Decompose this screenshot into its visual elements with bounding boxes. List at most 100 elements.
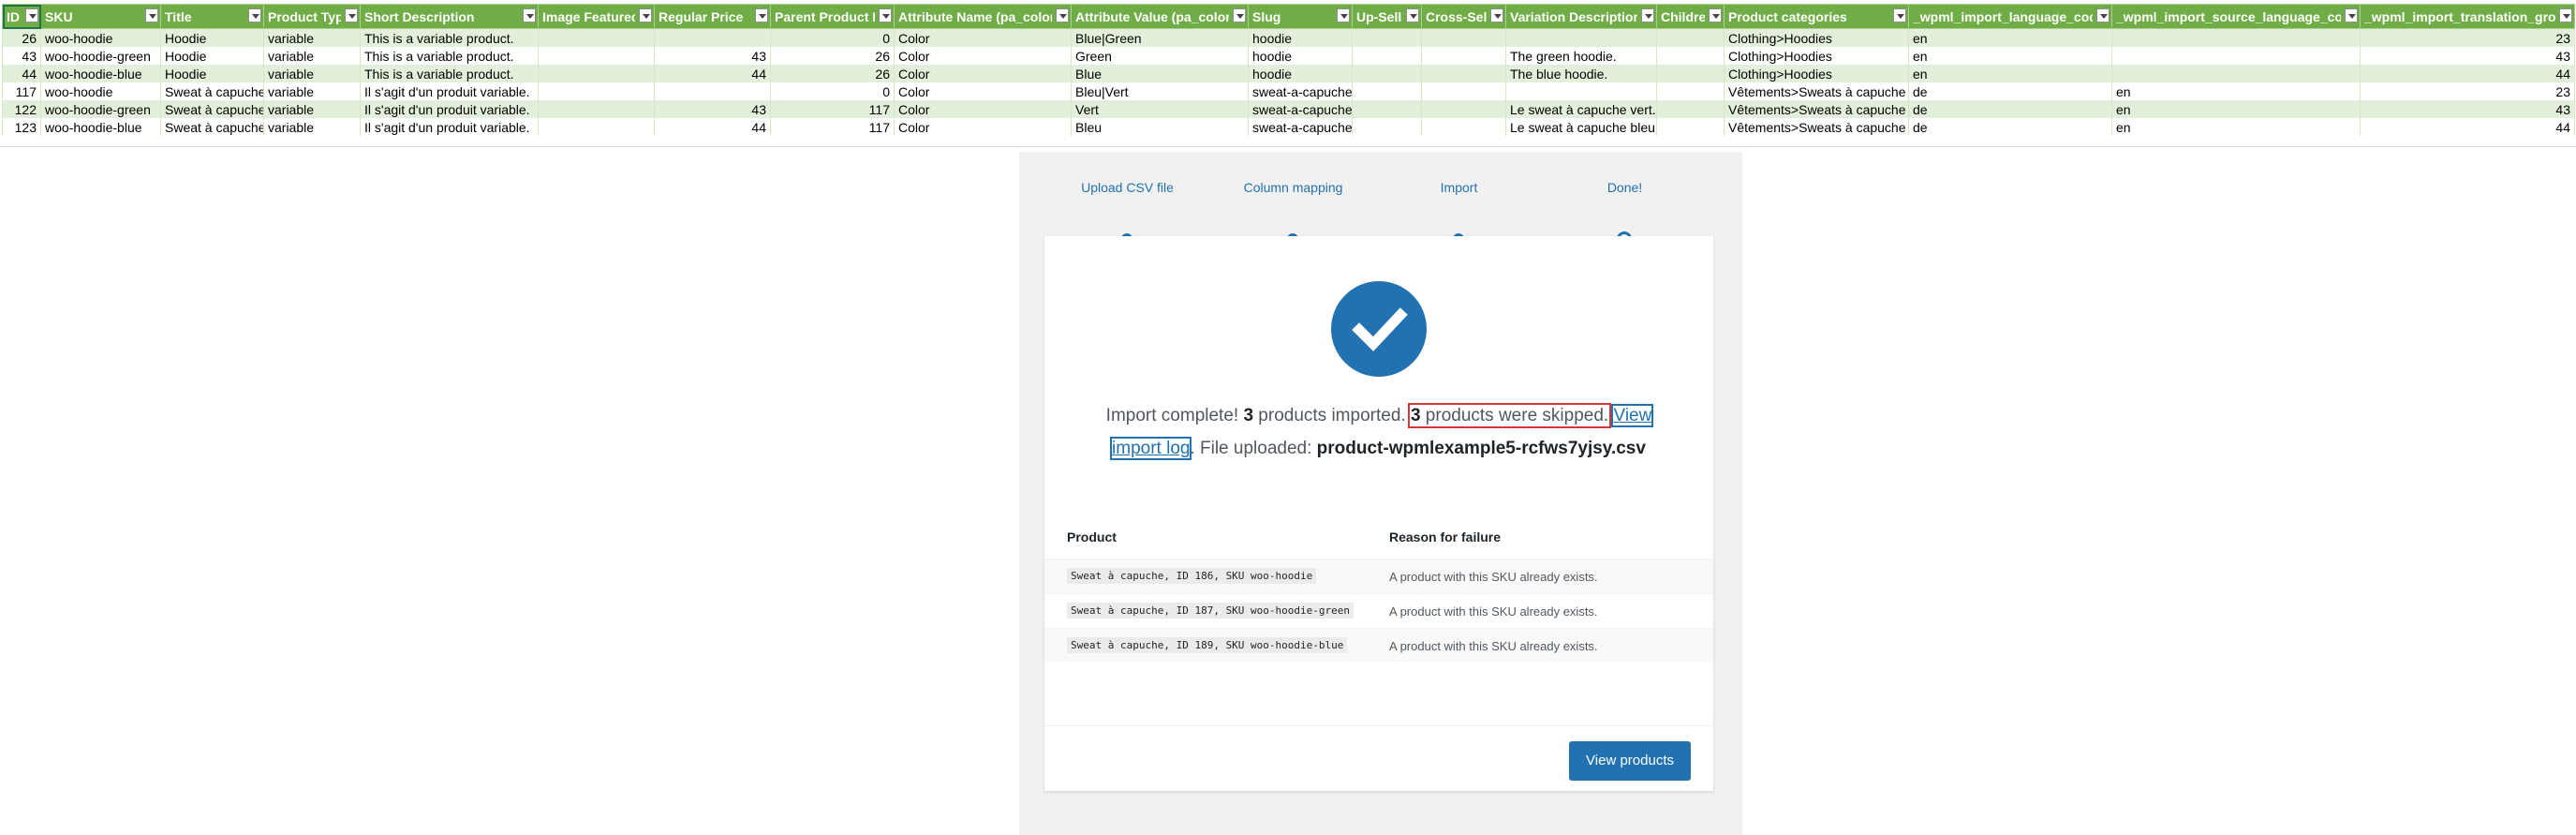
table-cell[interactable]: Color <box>894 47 1072 65</box>
table-cell[interactable] <box>1421 28 1506 47</box>
column-header[interactable]: Slug <box>1248 4 1353 29</box>
column-header[interactable]: _wpml_import_translation_group <box>2360 4 2575 29</box>
table-cell[interactable] <box>538 28 655 47</box>
table-cell[interactable]: variable <box>263 118 361 136</box>
filter-dropdown-icon[interactable] <box>25 8 38 22</box>
filter-dropdown-icon[interactable] <box>523 8 536 22</box>
filter-dropdown-icon[interactable] <box>879 8 892 22</box>
table-cell[interactable]: The blue hoodie. <box>1505 65 1657 82</box>
table-cell[interactable] <box>1505 82 1657 100</box>
table-cell[interactable]: 43 <box>2 47 41 65</box>
table-cell[interactable] <box>538 118 655 136</box>
column-header[interactable]: _wpml_import_source_language_code <box>2111 4 2361 29</box>
table-cell[interactable] <box>1656 65 1725 82</box>
table-cell[interactable]: en <box>1908 47 2112 65</box>
table-cell[interactable]: Blue <box>1071 65 1249 82</box>
table-cell[interactable]: 44 <box>2 65 41 82</box>
table-cell[interactable]: 0 <box>770 28 895 47</box>
table-cell[interactable]: Vert <box>1071 100 1249 118</box>
table-cell[interactable] <box>1505 28 1657 47</box>
table-cell[interactable]: 43 <box>2360 47 2575 65</box>
filter-dropdown-icon[interactable] <box>1337 8 1350 22</box>
table-cell[interactable]: This is a variable product. <box>360 28 539 47</box>
table-cell[interactable]: en <box>2111 82 2361 100</box>
table-cell[interactable]: 44 <box>654 118 771 136</box>
filter-dropdown-icon[interactable] <box>1641 8 1654 22</box>
table-cell[interactable]: Bleu|Vert <box>1071 82 1249 100</box>
column-header[interactable]: Cross-Sells <box>1421 4 1506 29</box>
table-cell[interactable]: Vêtements>Sweats à capuche <box>1724 118 1909 136</box>
filter-dropdown-icon[interactable] <box>145 8 158 22</box>
table-cell[interactable]: hoodie <box>1248 28 1353 47</box>
table-cell[interactable]: 26 <box>770 65 895 82</box>
filter-dropdown-icon[interactable] <box>248 8 261 22</box>
table-cell[interactable]: 117 <box>770 100 895 118</box>
table-cell[interactable] <box>2111 47 2361 65</box>
table-cell[interactable]: Sweat à capuche <box>160 82 264 100</box>
filter-dropdown-icon[interactable] <box>639 8 652 22</box>
column-header[interactable]: ID <box>2 4 41 29</box>
table-cell[interactable] <box>1421 82 1506 100</box>
table-cell[interactable]: 123 <box>2 118 41 136</box>
table-cell[interactable]: Color <box>894 100 1072 118</box>
table-cell[interactable]: This is a variable product. <box>360 47 539 65</box>
table-cell[interactable] <box>538 82 655 100</box>
table-cell[interactable]: de <box>1908 82 2112 100</box>
table-cell[interactable] <box>1656 118 1725 136</box>
table-cell[interactable]: Color <box>894 118 1072 136</box>
table-cell[interactable]: woo-hoodie-green <box>40 47 161 65</box>
table-cell[interactable]: 26 <box>770 47 895 65</box>
table-cell[interactable]: sweat-a-capuche <box>1248 118 1353 136</box>
table-cell[interactable]: variable <box>263 28 361 47</box>
table-cell[interactable]: Il s'agit d'un produit variable. <box>360 118 539 136</box>
table-cell[interactable]: woo-hoodie-blue <box>40 118 161 136</box>
table-cell[interactable] <box>1656 100 1725 118</box>
column-header[interactable]: Product categories <box>1724 4 1909 29</box>
table-cell[interactable]: The green hoodie. <box>1505 47 1657 65</box>
table-cell[interactable]: woo-hoodie <box>40 28 161 47</box>
table-cell[interactable]: 117 <box>2 82 41 100</box>
table-cell[interactable] <box>538 100 655 118</box>
table-cell[interactable]: variable <box>263 65 361 82</box>
table-cell[interactable]: Vêtements>Sweats à capuche <box>1724 100 1909 118</box>
filter-dropdown-icon[interactable] <box>345 8 358 22</box>
table-cell[interactable] <box>2111 28 2361 47</box>
view-products-button[interactable]: View products <box>1569 741 1691 781</box>
table-cell[interactable]: This is a variable product. <box>360 65 539 82</box>
table-cell[interactable] <box>654 28 771 47</box>
table-cell[interactable]: 44 <box>2360 65 2575 82</box>
column-header[interactable]: Image Featured <box>538 4 655 29</box>
table-cell[interactable] <box>2111 65 2361 82</box>
column-header[interactable]: Variation Description <box>1505 4 1657 29</box>
filter-dropdown-icon[interactable] <box>2096 8 2110 22</box>
table-cell[interactable]: de <box>1908 100 2112 118</box>
table-cell[interactable]: woo-hoodie-blue <box>40 65 161 82</box>
table-cell[interactable] <box>538 65 655 82</box>
column-header[interactable]: Title <box>160 4 264 29</box>
table-cell[interactable]: 43 <box>2360 100 2575 118</box>
table-cell[interactable]: 117 <box>770 118 895 136</box>
table-cell[interactable]: variable <box>263 47 361 65</box>
table-cell[interactable]: en <box>2111 100 2361 118</box>
column-header[interactable]: Attribute Value (pa_color) <box>1071 4 1249 29</box>
table-cell[interactable] <box>538 47 655 65</box>
table-cell[interactable]: variable <box>263 82 361 100</box>
table-cell[interactable] <box>1352 47 1422 65</box>
table-cell[interactable] <box>1656 28 1725 47</box>
table-cell[interactable]: en <box>1908 28 2112 47</box>
table-cell[interactable]: Color <box>894 28 1072 47</box>
table-cell[interactable]: Hoodie <box>160 47 264 65</box>
table-cell[interactable]: en <box>2111 118 2361 136</box>
table-cell[interactable]: Il s'agit d'un produit variable. <box>360 82 539 100</box>
table-cell[interactable]: Le sweat à capuche bleu. <box>1505 118 1657 136</box>
table-cell[interactable]: Hoodie <box>160 28 264 47</box>
table-cell[interactable]: hoodie <box>1248 65 1353 82</box>
table-cell[interactable]: Il s'agit d'un produit variable. <box>360 100 539 118</box>
column-header[interactable]: Product Type <box>263 4 361 29</box>
table-cell[interactable]: Color <box>894 82 1072 100</box>
filter-dropdown-icon[interactable] <box>1233 8 1246 22</box>
table-cell[interactable] <box>1421 65 1506 82</box>
table-cell[interactable]: 122 <box>2 100 41 118</box>
table-cell[interactable] <box>1421 118 1506 136</box>
table-cell[interactable]: Clothing>Hoodies <box>1724 47 1909 65</box>
